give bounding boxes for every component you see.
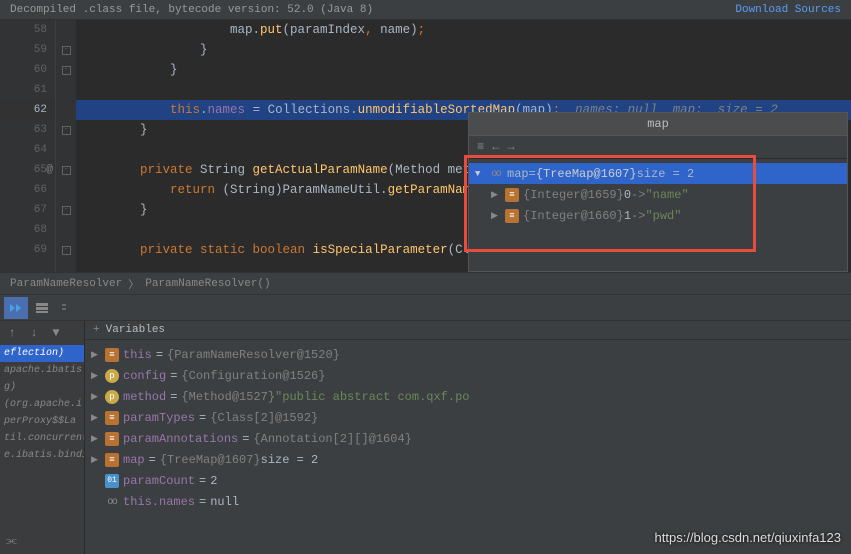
fold-icon[interactable]: - <box>62 206 71 215</box>
breadcrumb: ParamNameResolver 〉 ParamNameResolver() <box>0 272 851 294</box>
fold-icon[interactable]: - <box>62 246 71 255</box>
stack-frame[interactable]: e.ibatis.bindin <box>0 447 84 464</box>
variable-row[interactable]: ▶≡paramAnnotations = {Annotation[2][]@16… <box>85 428 851 449</box>
watermark: https://blog.csdn.net/qiuxinfa123 <box>655 530 841 545</box>
popup-tree: ▼oomap = {TreeMap@1607} size = 2 ▶≡{Inte… <box>469 159 847 230</box>
line-number[interactable]: 64 <box>0 140 55 160</box>
fold-icon[interactable]: - <box>62 66 71 75</box>
line-number[interactable]: 69 <box>0 240 55 260</box>
banner-message: Decompiled .class file, bytecode version… <box>10 4 373 15</box>
line-number[interactable]: 59 <box>0 40 55 60</box>
collapse-icon[interactable]: ▼ <box>475 169 485 179</box>
variables-header: + Variables <box>85 321 851 340</box>
field-icon: ≡ <box>105 348 119 362</box>
decompile-banner: Decompiled .class file, bytecode version… <box>0 0 851 20</box>
tree-row[interactable]: ▶≡{Integer@1660} 1 -> "pwd" <box>469 205 847 226</box>
expand-icon[interactable]: ▶ <box>91 392 101 402</box>
line-number[interactable]: 58 <box>0 20 55 40</box>
tree-row[interactable]: ▼oomap = {TreeMap@1607} size = 2 <box>469 163 847 184</box>
fold-icon[interactable]: - <box>62 126 71 135</box>
variables-tree: ▶≡this = {ParamNameResolver@1520} ▶pconf… <box>85 340 851 554</box>
primitive-icon: 01 <box>105 474 119 488</box>
field-icon: ≡ <box>505 188 519 202</box>
settings-icon[interactable] <box>56 297 80 319</box>
expand-icon[interactable]: ▶ <box>91 413 101 423</box>
line-number[interactable]: 67 <box>0 200 55 220</box>
debug-panel: ↑ ↓ ▼ eflection) apache.ibatis.b g) (org… <box>0 294 851 554</box>
stack-frame[interactable]: til.concurrent) <box>0 430 84 447</box>
expand-icon[interactable]: ▶ <box>91 371 101 381</box>
line-number[interactable]: 60 <box>0 60 55 80</box>
stack-frame[interactable]: g) <box>0 379 84 396</box>
breadcrumb-item[interactable]: ParamNameResolver <box>10 278 122 290</box>
variable-row[interactable]: ▶≡map = {TreeMap@1607} size = 2 <box>85 449 851 470</box>
popup-title: map <box>469 113 847 136</box>
variable-row[interactable]: ▶≡this = {ParamNameResolver@1520} <box>85 344 851 365</box>
popup-toolbar: ≡ ← → <box>469 136 847 159</box>
filter-icon[interactable]: ▼ <box>48 325 64 341</box>
evaluate-popup[interactable]: map ≡ ← → ▼oomap = {TreeMap@1607} size =… <box>468 112 848 272</box>
fold-icon[interactable]: - <box>62 46 71 55</box>
param-icon: p <box>105 369 119 383</box>
line-number[interactable]: 66 <box>0 180 55 200</box>
object-icon: oo <box>105 495 119 509</box>
arrow-down-icon[interactable]: ↓ <box>26 325 42 341</box>
object-icon: oo <box>489 167 503 181</box>
expand-icon[interactable]: ▶ <box>491 211 501 221</box>
line-number[interactable]: 63 <box>0 120 55 140</box>
frames-panel: ↑ ↓ ▼ eflection) apache.ibatis.b g) (org… <box>0 321 85 554</box>
expand-icon[interactable]: ▶ <box>91 350 101 360</box>
field-icon: ≡ <box>105 432 119 446</box>
variable-row[interactable]: oothis.names = null <box>85 491 851 512</box>
line-number[interactable]: 68 <box>0 220 55 240</box>
table-view-icon[interactable] <box>30 297 54 319</box>
field-icon: ≡ <box>105 453 119 467</box>
param-icon: p <box>105 390 119 404</box>
download-sources-link[interactable]: Download Sources <box>735 4 841 15</box>
stack-frame[interactable]: (org.apache.i <box>0 396 84 413</box>
fold-gutter: - - - - - - <box>56 20 76 272</box>
variable-row[interactable]: ▶pmethod = {Method@1527} "public abstrac… <box>85 386 851 407</box>
fold-icon[interactable]: - <box>62 166 71 175</box>
stack-frame[interactable]: perProxy$$La <box>0 413 84 430</box>
expand-icon[interactable]: ▶ <box>91 455 101 465</box>
line-number[interactable]: 62 <box>0 100 55 120</box>
expand-icon[interactable]: ▶ <box>91 434 101 444</box>
line-number[interactable]: 61 <box>0 80 55 100</box>
stack-frame[interactable]: apache.ibatis.b <box>0 362 84 379</box>
debugger-tab-icon[interactable] <box>4 297 28 319</box>
variable-row[interactable]: ▶≡paramTypes = {Class[2]@1592} <box>85 407 851 428</box>
list-icon[interactable]: ≡ <box>477 140 484 154</box>
expand-icon[interactable]: ▶ <box>491 190 501 200</box>
variable-row[interactable]: ▶pconfig = {Configuration@1526} <box>85 365 851 386</box>
back-icon[interactable]: ← <box>492 140 499 154</box>
breadcrumb-item[interactable]: ParamNameResolver() <box>145 278 270 290</box>
debug-view-tabs <box>0 295 851 321</box>
chevron-right-icon: 〉 <box>128 276 139 292</box>
line-gutter: 58 59 60 61 62 63 64 65@ 66 67 68 69 <box>0 20 56 272</box>
variable-row[interactable]: 01paramCount = 2 <box>85 470 851 491</box>
line-number[interactable]: 65@ <box>0 160 55 180</box>
plus-icon[interactable]: + <box>93 324 100 336</box>
arrow-up-icon[interactable]: ↑ <box>4 325 20 341</box>
stack-frame[interactable]: eflection) <box>0 345 84 362</box>
field-icon: ≡ <box>105 411 119 425</box>
forward-icon[interactable]: → <box>507 140 514 154</box>
tree-row[interactable]: ▶≡{Integer@1659} 0 -> "name" <box>469 184 847 205</box>
field-icon: ≡ <box>505 209 519 223</box>
link-icon[interactable]: ⫘ <box>6 534 17 548</box>
